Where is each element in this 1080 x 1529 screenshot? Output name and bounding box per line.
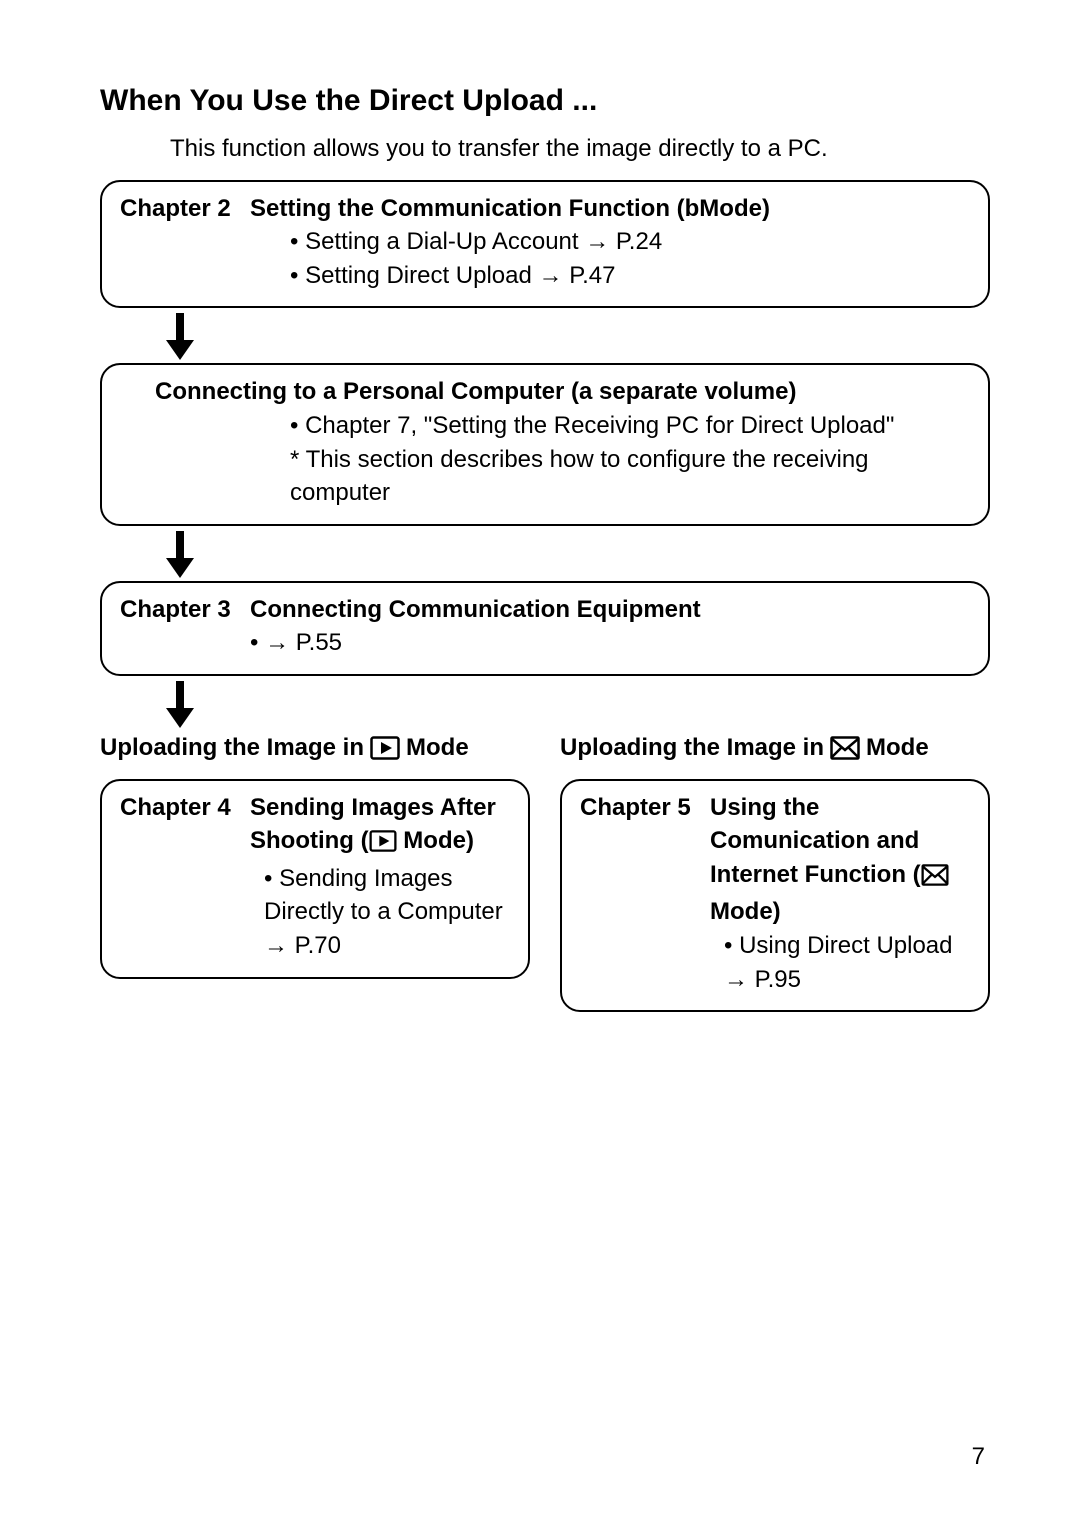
section-heading: When You Use the Direct Upload ... xyxy=(100,80,990,122)
page-number: 7 xyxy=(972,1440,985,1474)
arrow-down-icon xyxy=(160,676,990,731)
chapter-5-item-1: • Using Direct Upload → P.95 xyxy=(724,929,970,996)
mail-mode-icon xyxy=(921,862,949,896)
intro-text: This function allows you to transfer the… xyxy=(100,132,990,166)
box-chapter-2: Chapter 2 Setting the Communication Func… xyxy=(100,180,990,309)
chapter-2-item-2: • Setting Direct Upload → P.47 xyxy=(290,259,970,293)
chapter-2-title: Setting the Communication Function (bMod… xyxy=(250,192,770,226)
chapter-3-item-1: • → P.55 xyxy=(250,626,970,660)
chapter-4-title: Sending Images After Shooting ( Mode) xyxy=(250,791,510,862)
play-mode-icon xyxy=(369,828,397,862)
chapter-2-label: Chapter 2 xyxy=(120,192,250,226)
chapter-2-item-1: • Setting a Dial-Up Account → P.24 xyxy=(290,225,970,259)
right-heading-post: Mode xyxy=(866,731,929,765)
connecting-pc-item-1: • Chapter 7, "Setting the Receiving PC f… xyxy=(290,409,970,443)
right-heading-pre: Uploading the Image in xyxy=(560,731,824,765)
box-chapter-3: Chapter 3 Connecting Communication Equip… xyxy=(100,581,990,676)
chapter-5-label: Chapter 5 xyxy=(580,791,710,825)
chapter-3-title: Connecting Communication Equipment xyxy=(250,593,701,627)
mail-mode-icon xyxy=(830,736,860,760)
connecting-pc-title: Connecting to a Personal Computer (a sep… xyxy=(155,375,970,409)
box-chapter-5: Chapter 5 Using the Comunication and Int… xyxy=(560,779,990,1013)
connecting-pc-item-2: * This section describes how to configur… xyxy=(290,443,970,510)
arrow-down-icon xyxy=(160,526,990,581)
box-chapter-4: Chapter 4 Sending Images After Shooting … xyxy=(100,779,530,979)
chapter-3-label: Chapter 3 xyxy=(120,593,250,627)
left-heading-pre: Uploading the Image in xyxy=(100,731,364,765)
play-mode-icon xyxy=(370,736,400,760)
box-connecting-pc: Connecting to a Personal Computer (a sep… xyxy=(100,363,990,525)
left-heading: Uploading the Image in Mode xyxy=(100,731,530,765)
left-column: Uploading the Image in Mode Chapter 4 Se… xyxy=(100,731,530,1012)
chapter-4-item-1: • Sending Images Directly to a Computer … xyxy=(264,862,510,963)
right-column: Uploading the Image in Mode Chapter 5 Us… xyxy=(560,731,990,1012)
chapter-4-label: Chapter 4 xyxy=(120,791,250,825)
arrow-down-icon xyxy=(160,308,990,363)
right-heading: Uploading the Image in Mode xyxy=(560,731,990,765)
left-heading-post: Mode xyxy=(406,731,469,765)
chapter-5-title: Using the Comunication and Internet Func… xyxy=(710,791,970,929)
